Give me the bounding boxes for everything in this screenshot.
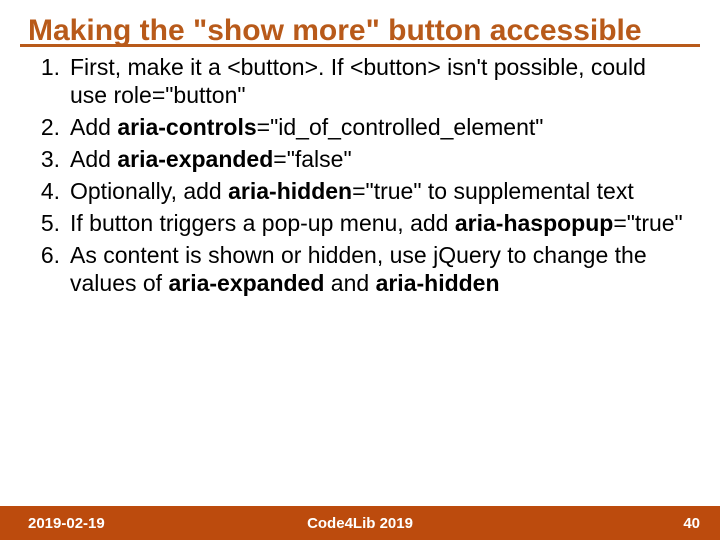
slide-footer: 2019-02-19 Code4Lib 2019 40 [0,506,720,540]
title-rule [20,44,700,47]
item-text: If button triggers a pop-up menu, add ar… [70,209,686,237]
item-text: First, make it a <button>. If <button> i… [70,53,686,109]
item-number: 2. [30,113,70,141]
item-number: 5. [30,209,70,237]
item-number: 4. [30,177,70,205]
item-text: Optionally, add aria-hidden="true" to su… [70,177,686,205]
item-number: 1. [30,53,70,109]
footer-event: Code4Lib 2019 [0,515,720,532]
steps-list: 1.First, make it a <button>. If <button>… [30,53,686,297]
item-number: 3. [30,145,70,173]
item-text: Add aria-controls="id_of_controlled_elem… [70,113,686,141]
list-item: 1.First, make it a <button>. If <button>… [30,53,686,109]
slide-body: 1.First, make it a <button>. If <button>… [0,53,720,297]
list-item: 5.If button triggers a pop-up menu, add … [30,209,686,237]
slide-title: Making the "show more" button accessible [0,0,720,50]
list-item: 4.Optionally, add aria-hidden="true" to … [30,177,686,205]
list-item: 6.As content is shown or hidden, use jQu… [30,241,686,297]
item-text: As content is shown or hidden, use jQuer… [70,241,686,297]
list-item: 3.Add aria-expanded="false" [30,145,686,173]
item-text: Add aria-expanded="false" [70,145,686,173]
list-item: 2.Add aria-controls="id_of_controlled_el… [30,113,686,141]
item-number: 6. [30,241,70,297]
